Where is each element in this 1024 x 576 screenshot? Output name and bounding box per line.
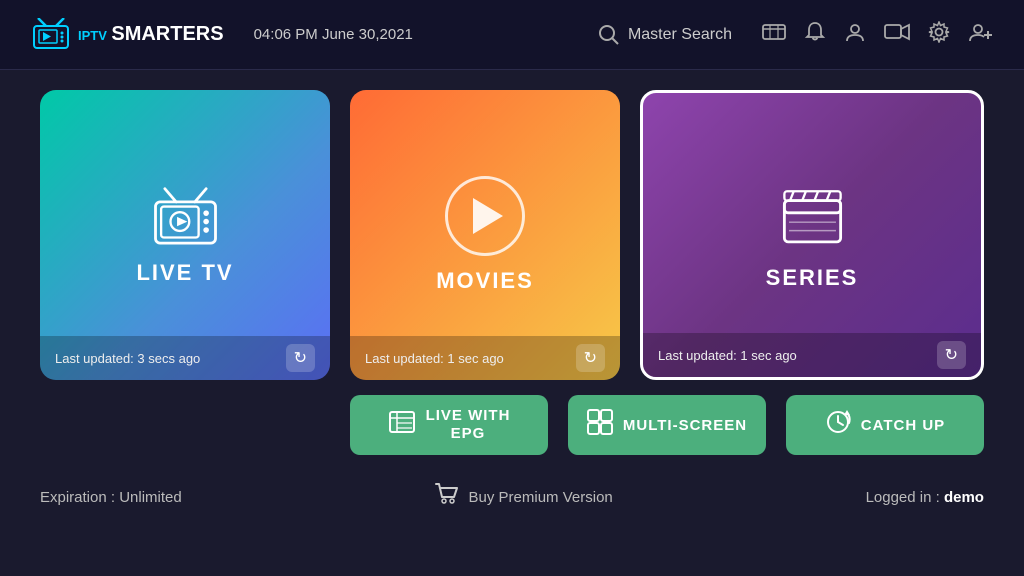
add-user-svg	[968, 21, 994, 43]
multi-screen-icon	[587, 409, 613, 441]
logo-smarters: SMARTERS	[111, 23, 223, 45]
catch-up-icon	[825, 409, 851, 441]
live-epg-icon	[388, 410, 416, 440]
series-title: SERIES	[766, 265, 859, 291]
series-footer: Last updated: 1 sec ago ↻	[643, 333, 981, 377]
add-user-icon[interactable]	[968, 21, 994, 49]
epg-svg	[762, 22, 786, 42]
live-tv-refresh-button[interactable]: ↻	[286, 344, 315, 372]
multi-screen-button[interactable]: MULTI-SCREEN	[568, 395, 766, 455]
series-clapboard-icon	[775, 180, 850, 255]
datetime-display: 04:06 PM June 30,2021	[254, 26, 413, 43]
profile-icon[interactable]	[844, 21, 866, 49]
main-content: LIVE TV Last updated: 3 secs ago ↻ MOVIE…	[0, 70, 1024, 475]
epg-icon[interactable]	[762, 22, 786, 48]
cards-row: LIVE TV Last updated: 3 secs ago ↻ MOVIE…	[40, 90, 984, 380]
movies-title: MOVIES	[436, 268, 534, 294]
search-icon	[598, 24, 620, 46]
expiration-info: Expiration : Unlimited	[40, 489, 182, 506]
clock-refresh-icon	[825, 409, 851, 435]
movies-refresh-button[interactable]: ↻	[576, 344, 605, 372]
logo-area: IPTV SMARTERS	[30, 18, 224, 52]
notification-bell-icon[interactable]	[804, 21, 826, 49]
buy-premium-button[interactable]: Buy Premium Version	[435, 483, 613, 511]
header: IPTV SMARTERS 04:06 PM June 30,2021 Mast…	[0, 0, 1024, 70]
multi-screen-label: MULTI-SCREEN	[623, 417, 747, 434]
logo-iptv: IPTV	[78, 28, 107, 43]
live-tv-card[interactable]: LIVE TV Last updated: 3 secs ago ↻	[40, 90, 330, 380]
catch-up-button[interactable]: CATCH UP	[786, 395, 984, 455]
grid-icon	[587, 409, 613, 435]
logo-tv-icon	[30, 18, 72, 52]
profile-svg	[844, 21, 866, 43]
shopping-cart-svg	[435, 483, 459, 505]
logged-in-user: demo	[944, 489, 984, 506]
movies-footer: Last updated: 1 sec ago ↻	[350, 336, 620, 380]
cart-icon	[435, 483, 459, 511]
live-epg-label: LIVE WITH EPG	[426, 407, 511, 443]
play-triangle-icon	[473, 198, 503, 234]
movies-last-updated: Last updated: 1 sec ago	[365, 351, 504, 366]
action-buttons-row: LIVE WITH EPG MULTI-SCREEN	[350, 395, 984, 455]
epg-book-icon	[388, 410, 416, 434]
series-refresh-button[interactable]: ↻	[937, 341, 966, 369]
series-last-updated: Last updated: 1 sec ago	[658, 348, 797, 363]
logged-in-label: Logged in :	[866, 489, 944, 506]
catch-up-label: CATCH UP	[861, 417, 945, 434]
logo-text: IPTV SMARTERS	[78, 23, 224, 46]
live-tv-footer: Last updated: 3 secs ago ↻	[40, 336, 330, 380]
gear-svg	[928, 21, 950, 43]
footer: Expiration : Unlimited Buy Premium Versi…	[0, 475, 1024, 519]
live-epg-button[interactable]: LIVE WITH EPG	[350, 395, 548, 455]
live-tv-last-updated: Last updated: 3 secs ago	[55, 351, 200, 366]
series-card[interactable]: SERIES Last updated: 1 sec ago ↻	[640, 90, 984, 380]
live-tv-title: LIVE TV	[136, 260, 233, 286]
buy-premium-label: Buy Premium Version	[469, 489, 613, 506]
settings-icon[interactable]	[928, 21, 950, 49]
header-icons	[762, 21, 994, 49]
movies-play-circle	[445, 176, 525, 256]
master-search-button[interactable]: Master Search	[598, 24, 732, 46]
logged-in-info: Logged in : demo	[866, 489, 984, 506]
search-label: Master Search	[628, 26, 732, 44]
record-svg	[884, 22, 910, 42]
live-tv-icon	[148, 185, 223, 260]
bell-svg	[804, 21, 826, 43]
movies-card[interactable]: MOVIES Last updated: 1 sec ago ↻	[350, 90, 620, 380]
record-icon[interactable]	[884, 22, 910, 48]
